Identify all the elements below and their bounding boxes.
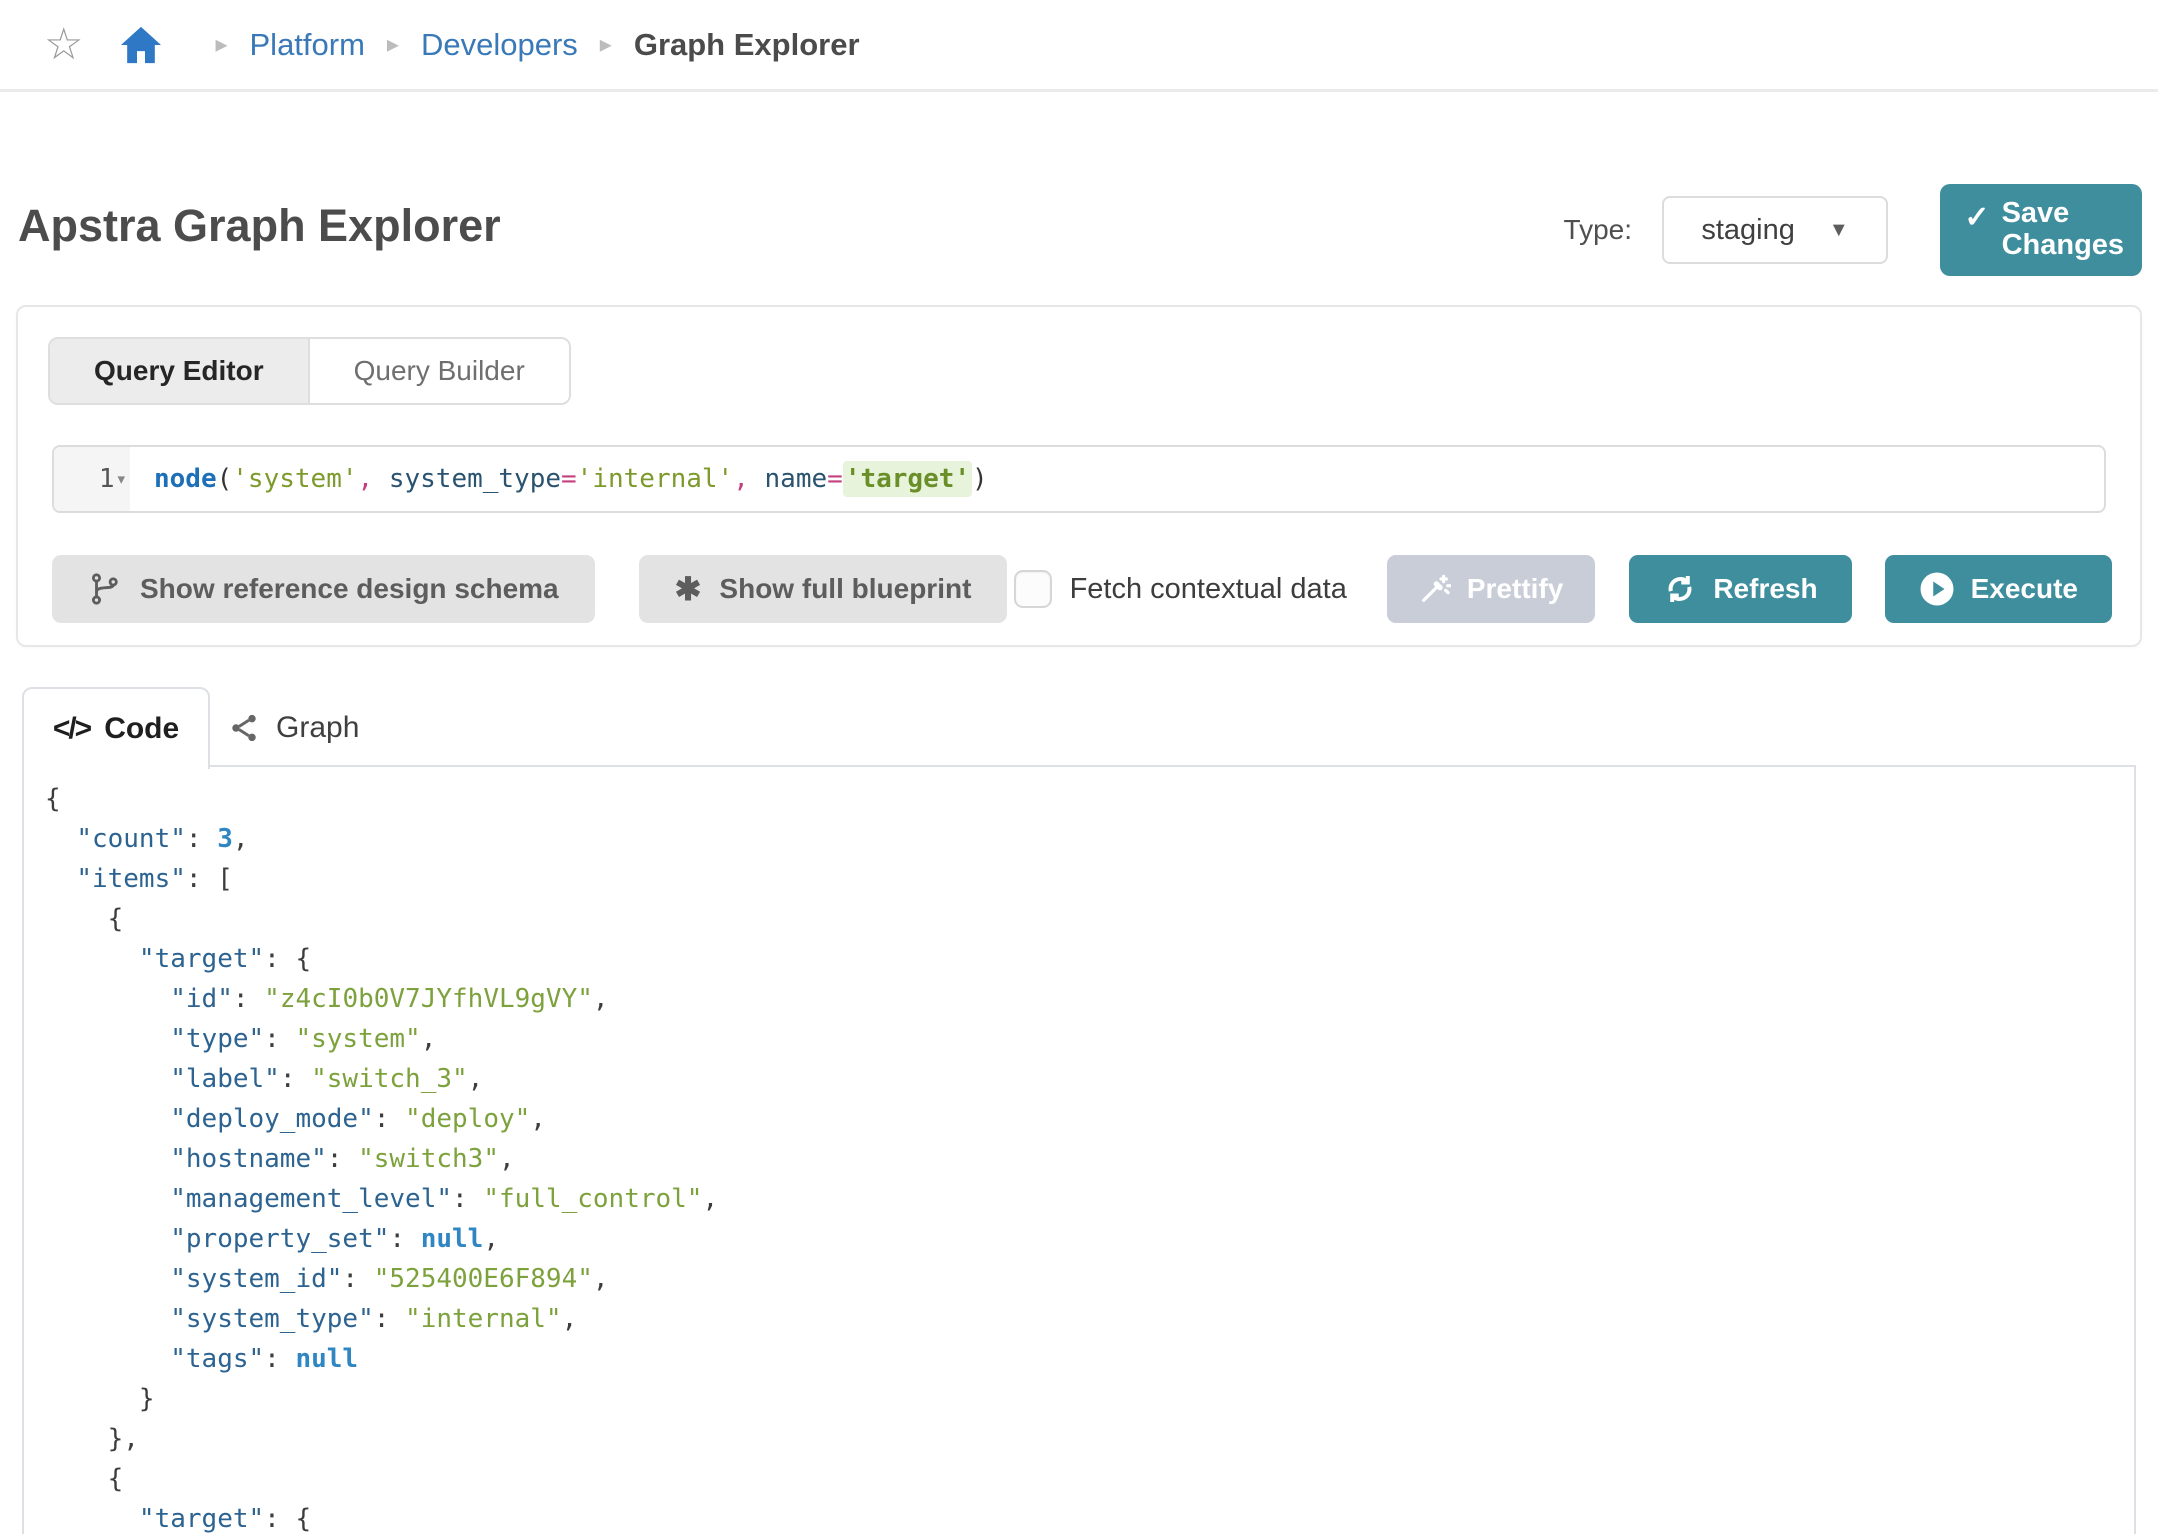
query-code-line[interactable]: node('system', system_type='internal', n… — [130, 447, 988, 511]
type-select-value: staging — [1701, 214, 1795, 247]
play-icon — [1919, 571, 1955, 607]
blueprint-icon: ✱ — [675, 573, 702, 605]
tab-graph[interactable]: Graph — [228, 689, 359, 767]
query-mode-tabs: Query Editor Query Builder — [48, 337, 571, 405]
favorite-star-icon[interactable]: ☆ — [44, 23, 83, 67]
query-panel: Query Editor Query Builder 1 ▾ node('sys… — [16, 305, 2142, 647]
fetch-contextual-checkbox[interactable] — [1014, 570, 1052, 608]
blueprint-type-select[interactable]: staging ▼ — [1662, 196, 1888, 264]
refresh-icon — [1663, 572, 1697, 606]
show-reference-design-schema-button[interactable]: Show reference design schema — [52, 555, 595, 623]
breadcrumb-item-current: Graph Explorer — [634, 27, 860, 63]
check-icon: ✓ — [1964, 200, 1989, 235]
home-icon[interactable] — [119, 25, 163, 65]
breadcrumb: ☆ ▸ Platform ▸ Developers ▸ Graph Explor… — [0, 0, 2158, 92]
execute-label: Execute — [1971, 573, 2078, 605]
query-actions: Show reference design schema ✱ Show full… — [52, 555, 2112, 623]
show-blueprint-label: Show full blueprint — [719, 573, 971, 605]
git-branch-icon — [88, 572, 122, 606]
result-content: { "count": 3, "items": [ { "target": { "… — [22, 765, 2136, 1534]
breadcrumb-separator-icon: ▸ — [215, 30, 227, 59]
breadcrumb-item-platform[interactable]: Platform — [250, 27, 365, 63]
breadcrumb-separator-icon: ▸ — [600, 30, 612, 59]
save-changes-button[interactable]: ✓ Save Changes — [1940, 184, 2142, 276]
fold-caret-icon[interactable]: ▾ — [117, 470, 125, 488]
breadcrumb-item-developers[interactable]: Developers — [421, 27, 578, 63]
line-number: 1 — [99, 464, 115, 494]
refresh-label: Refresh — [1713, 573, 1817, 605]
execute-button[interactable]: Execute — [1885, 555, 2112, 623]
type-label: Type: — [1564, 214, 1632, 246]
tab-graph-label: Graph — [276, 711, 359, 745]
header-controls: Type: staging ▼ ✓ Save Changes — [1564, 184, 2142, 276]
editor-gutter: 1 ▾ — [54, 447, 130, 511]
tab-code-label: Code — [104, 712, 179, 746]
save-changes-label: Save Changes — [2002, 198, 2118, 262]
prettify-button[interactable]: Prettify — [1387, 555, 1595, 623]
share-icon — [228, 712, 260, 744]
prettify-label: Prettify — [1467, 573, 1563, 605]
magic-wand-icon — [1419, 573, 1451, 605]
fetch-contextual-label[interactable]: Fetch contextual data — [1070, 573, 1347, 606]
breadcrumb-separator-icon: ▸ — [387, 30, 399, 59]
graph-explorer-page: ☆ ▸ Platform ▸ Developers ▸ Graph Explor… — [0, 0, 2158, 1534]
tab-query-builder[interactable]: Query Builder — [310, 339, 569, 403]
show-full-blueprint-button[interactable]: ✱ Show full blueprint — [639, 555, 1008, 623]
page-title: Apstra Graph Explorer — [18, 200, 501, 252]
tab-query-editor[interactable]: Query Editor — [50, 339, 310, 403]
code-icon: </> — [53, 712, 90, 746]
query-editor[interactable]: 1 ▾ node('system', system_type='internal… — [52, 445, 2106, 513]
json-output: { "count": 3, "items": [ { "target": { "… — [24, 767, 2134, 1534]
show-schema-label: Show reference design schema — [140, 573, 559, 605]
refresh-button[interactable]: Refresh — [1629, 555, 1851, 623]
chevron-down-icon: ▼ — [1829, 219, 1849, 242]
tab-code[interactable]: </> Code — [22, 687, 210, 769]
